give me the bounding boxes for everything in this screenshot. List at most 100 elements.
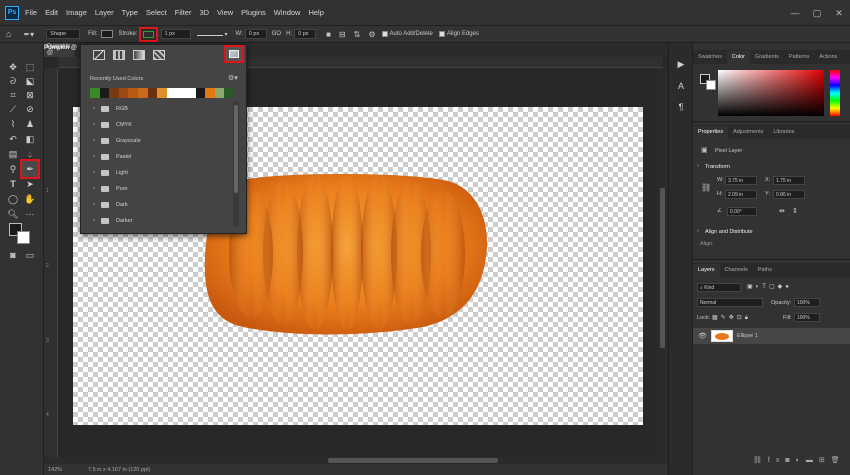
align-chevron-icon[interactable]: ›	[697, 228, 699, 234]
path-operations-icon[interactable]: ■	[326, 30, 331, 39]
menu-select[interactable]: Select	[146, 8, 167, 17]
tab-adjustments[interactable]: Adjustments	[728, 126, 768, 139]
recent-color-swatch[interactable]	[118, 88, 129, 98]
link-icon[interactable]: ⛓	[701, 183, 711, 192]
pen-tool-icon[interactable]: ✒	[20, 159, 40, 179]
tool-mode-select[interactable]: Shape	[46, 29, 81, 39]
maximize-button[interactable]: ▢	[806, 8, 828, 19]
recent-color-swatch[interactable]	[137, 88, 148, 98]
layer-name[interactable]: Ellipse 1	[737, 333, 758, 339]
new-layer-icon[interactable]: ⊞	[819, 457, 831, 464]
layer-row[interactable]: 👁︎ Ellipse 1	[693, 328, 850, 344]
frame-tool-icon[interactable]: ⊠	[23, 88, 37, 102]
tab-libraries[interactable]: Libraries	[768, 126, 799, 139]
recent-color-swatch[interactable]	[128, 88, 138, 98]
folder-cmyk[interactable]: › CMYK	[93, 118, 233, 132]
menu-file[interactable]: File	[25, 8, 37, 17]
folder-pure[interactable]: › Pure	[93, 182, 233, 196]
gradient-button[interactable]	[133, 50, 145, 60]
recent-colors-gear-icon[interactable]: ⚙▾	[228, 74, 238, 82]
eraser-tool-icon[interactable]: ◧	[23, 132, 37, 146]
hand-tool-icon[interactable]: ✋	[23, 192, 37, 206]
zoom-tool-icon[interactable]: 🔍︎	[6, 207, 20, 221]
solid-color-button[interactable]	[113, 50, 125, 60]
menu-help[interactable]: Help	[308, 8, 323, 17]
eyedropper-tool-icon[interactable]: ⟋	[6, 102, 20, 116]
pen-tool-preset-icon[interactable]: ✒▾	[23, 30, 34, 39]
close-button[interactable]: ✕	[828, 8, 850, 19]
tab-properties[interactable]: Properties	[693, 126, 729, 139]
menu-filter[interactable]: Filter	[175, 8, 192, 17]
stamp-tool-icon[interactable]: ♟	[23, 117, 37, 131]
link-layers-icon[interactable]: ⛓	[753, 457, 768, 464]
bg-color-chip[interactable]	[706, 80, 716, 90]
tab-patterns[interactable]: Patterns	[784, 51, 814, 64]
crop-tool-icon[interactable]: ⌗	[6, 88, 20, 102]
menu-type[interactable]: Type	[122, 8, 138, 17]
menu-3d[interactable]: 3D	[199, 8, 209, 17]
angle-field[interactable]: 0.00°	[727, 207, 757, 216]
popup-scroll-thumb[interactable]	[234, 105, 238, 193]
folder-rgb[interactable]: › RGB	[93, 102, 233, 116]
mask-icon[interactable]: ◙	[785, 457, 795, 464]
tab-gradients[interactable]: Gradients	[750, 51, 784, 64]
folder-darker[interactable]: › Darker	[93, 214, 233, 228]
dodge-tool-icon[interactable]: ⚲	[6, 162, 20, 176]
popup-scrollbar[interactable]	[233, 101, 239, 226]
tab-paths[interactable]: Paths	[753, 264, 777, 277]
layer-thumbnail[interactable]	[711, 330, 733, 342]
height-input[interactable]: 0 px	[294, 29, 317, 39]
recent-color-swatch[interactable]	[195, 88, 206, 98]
trash-icon[interactable]: 🗑︎	[831, 457, 846, 464]
vertical-scrollbar[interactable]	[657, 68, 668, 457]
flip-vertical-icon[interactable]: ⇕	[792, 207, 798, 215]
height-field[interactable]: 2.09 in	[725, 190, 757, 199]
zoom-level[interactable]: 142%	[48, 467, 76, 473]
y-field[interactable]: 0.86 in	[773, 190, 805, 199]
transform-chevron-icon[interactable]: ›	[697, 163, 699, 169]
tab-layers[interactable]: Layers	[693, 264, 720, 277]
folder-dark[interactable]: › Dark	[93, 198, 233, 212]
shape-tool-icon[interactable]: ◯	[6, 192, 20, 206]
menu-window[interactable]: Window	[274, 8, 301, 17]
opacity-input[interactable]: 100%	[794, 298, 820, 307]
menu-edit[interactable]: Edit	[45, 8, 58, 17]
recent-color-swatch[interactable]	[185, 88, 196, 98]
folder-pastel[interactable]: › Pastel	[93, 150, 233, 164]
flip-horizontal-icon[interactable]: ⇹	[779, 207, 785, 215]
layer-filter-icons[interactable]: ▣◐T▢◆●	[747, 283, 792, 290]
history-brush-tool-icon[interactable]: ↶	[6, 132, 20, 146]
path-alignment-icon[interactable]: ⊟	[339, 30, 346, 39]
marquee-tool-icon[interactable]: ⬚	[23, 60, 37, 74]
move-tool-icon[interactable]: ✥	[6, 60, 20, 74]
more-tools-icon[interactable]: ⋯	[23, 207, 37, 221]
home-icon[interactable]: ⌂	[6, 29, 11, 39]
gradient-tool-icon[interactable]: ▤	[6, 147, 20, 161]
color-picker-button[interactable]	[224, 45, 244, 63]
group-icon[interactable]: ▬	[806, 457, 819, 464]
x-field[interactable]: 1.75 in	[773, 176, 805, 185]
recent-color-swatch[interactable]	[166, 88, 177, 98]
hue-slider[interactable]	[830, 70, 840, 116]
paragraph-panel-icon[interactable]: ¶	[674, 100, 688, 114]
recent-color-swatch[interactable]	[90, 88, 100, 98]
recent-color-swatch[interactable]	[157, 88, 167, 98]
recent-color-swatch[interactable]	[147, 88, 158, 98]
recent-color-swatch[interactable]	[224, 88, 234, 98]
stroke-type-chevron-icon[interactable]: ▾	[225, 31, 228, 38]
menu-view[interactable]: View	[217, 8, 233, 17]
history-panel-icon[interactable]: ▶	[674, 57, 688, 71]
layer-kind-filter[interactable]: ⌕ Kind	[697, 283, 741, 292]
tab-actions[interactable]: Actions	[814, 51, 842, 64]
recent-color-swatch[interactable]	[176, 88, 186, 98]
recent-color-swatch[interactable]	[214, 88, 225, 98]
stroke-swatch-button[interactable]	[138, 26, 158, 42]
brush-tool-icon[interactable]: ⌇	[6, 117, 20, 131]
background-color-swatch[interactable]	[17, 231, 30, 244]
menu-image[interactable]: Image	[66, 8, 87, 17]
color-field[interactable]	[718, 70, 824, 116]
document-size[interactable]: 7.5 in x 4.167 in (120 ppi)	[88, 467, 150, 473]
menu-plugins[interactable]: Plugins	[241, 8, 266, 17]
blend-mode-select[interactable]: Normal	[697, 298, 763, 307]
horizontal-scroll-thumb[interactable]	[328, 458, 498, 463]
